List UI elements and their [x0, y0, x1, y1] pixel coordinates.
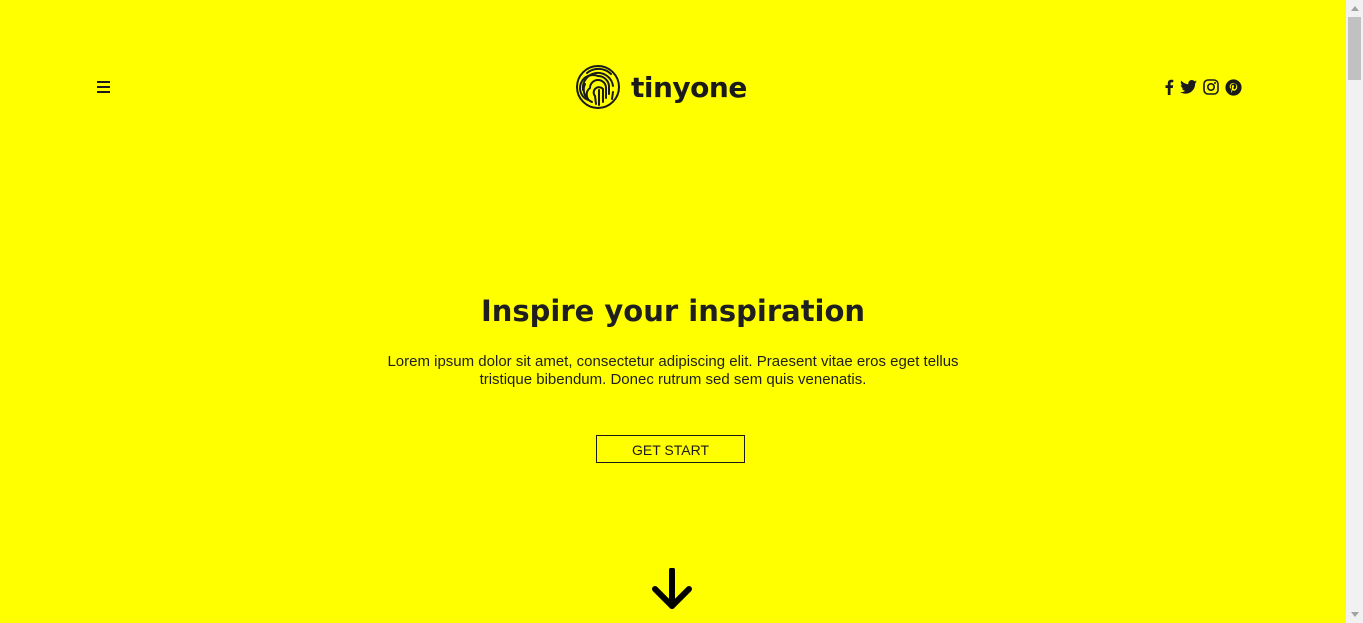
- twitter-icon: [1180, 80, 1197, 94]
- hero-page: tinyone Inspire your inspiration Lorem i…: [0, 0, 1346, 623]
- hero-description-line-2: tristique bibendum. Donec rutrum sed sem…: [479, 371, 867, 388]
- scroll-up-arrow[interactable]: [1346, 0, 1363, 17]
- arrow-down-icon: [652, 567, 692, 609]
- scroll-down-arrow[interactable]: [1346, 606, 1363, 623]
- hamburger-menu-button[interactable]: [95, 79, 113, 95]
- social-links: [1164, 77, 1242, 97]
- twitter-link[interactable]: [1180, 77, 1197, 97]
- pinterest-icon: [1225, 78, 1242, 96]
- scroll-down-button[interactable]: [650, 567, 694, 612]
- scroll-down-arrow-icon: [1350, 612, 1359, 617]
- facebook-icon: [1165, 79, 1174, 95]
- instagram-icon: [1203, 79, 1219, 95]
- scrollbar-thumb[interactable]: [1348, 17, 1361, 80]
- hero-description: Lorem ipsum dolor sit amet, consectetur …: [373, 353, 973, 389]
- logo-text: tinyone: [631, 70, 747, 104]
- scroll-up-arrow-icon: [1350, 6, 1359, 11]
- pinterest-link[interactable]: [1225, 77, 1242, 97]
- fingerprint-icon: [576, 65, 620, 109]
- vertical-scrollbar[interactable]: [1346, 0, 1363, 623]
- site-logo[interactable]: tinyone: [575, 63, 747, 111]
- get-start-button[interactable]: GET START: [596, 435, 745, 463]
- hamburger-menu-icon: [97, 81, 110, 93]
- instagram-link[interactable]: [1203, 77, 1219, 97]
- hero-description-line-1: Lorem ipsum dolor sit amet, consectetur …: [387, 353, 959, 370]
- hero-title: Inspire your inspiration: [480, 294, 866, 328]
- facebook-link[interactable]: [1164, 77, 1174, 97]
